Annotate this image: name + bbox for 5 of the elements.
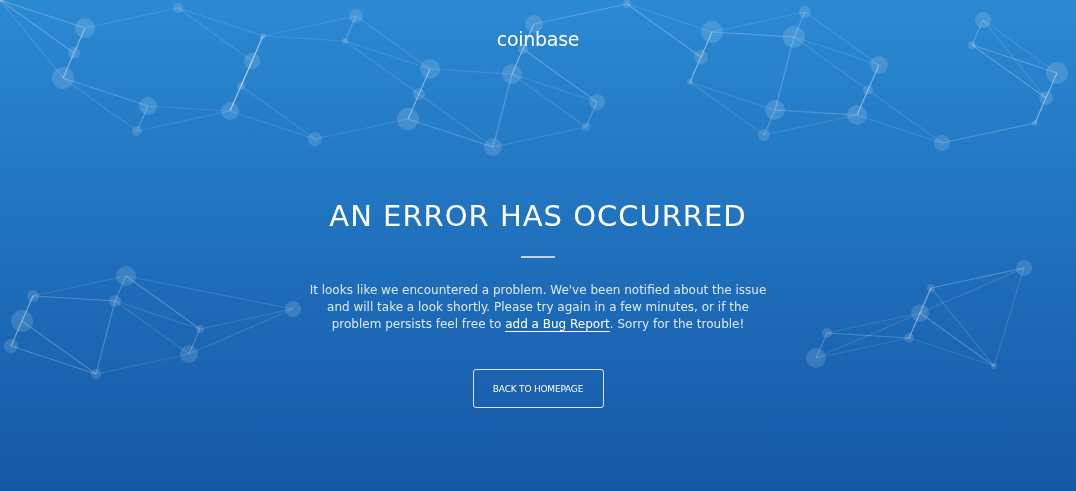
error-message: It looks like we encountered a problem. We've been notified about the issue and will take a look shortly. Please try again in a few minutes, or if the problem persists feel free to add a Bug Report. Sorry for the trouble! [308, 282, 768, 333]
bug-report-link[interactable]: add a Bug Report [505, 317, 610, 332]
back-to-homepage-button[interactable]: BACK TO HOMEPAGE [472, 369, 604, 408]
error-heading: AN ERROR HAS OCCURRED [329, 198, 747, 234]
logo-text[interactable]: coinbase [496, 28, 580, 50]
